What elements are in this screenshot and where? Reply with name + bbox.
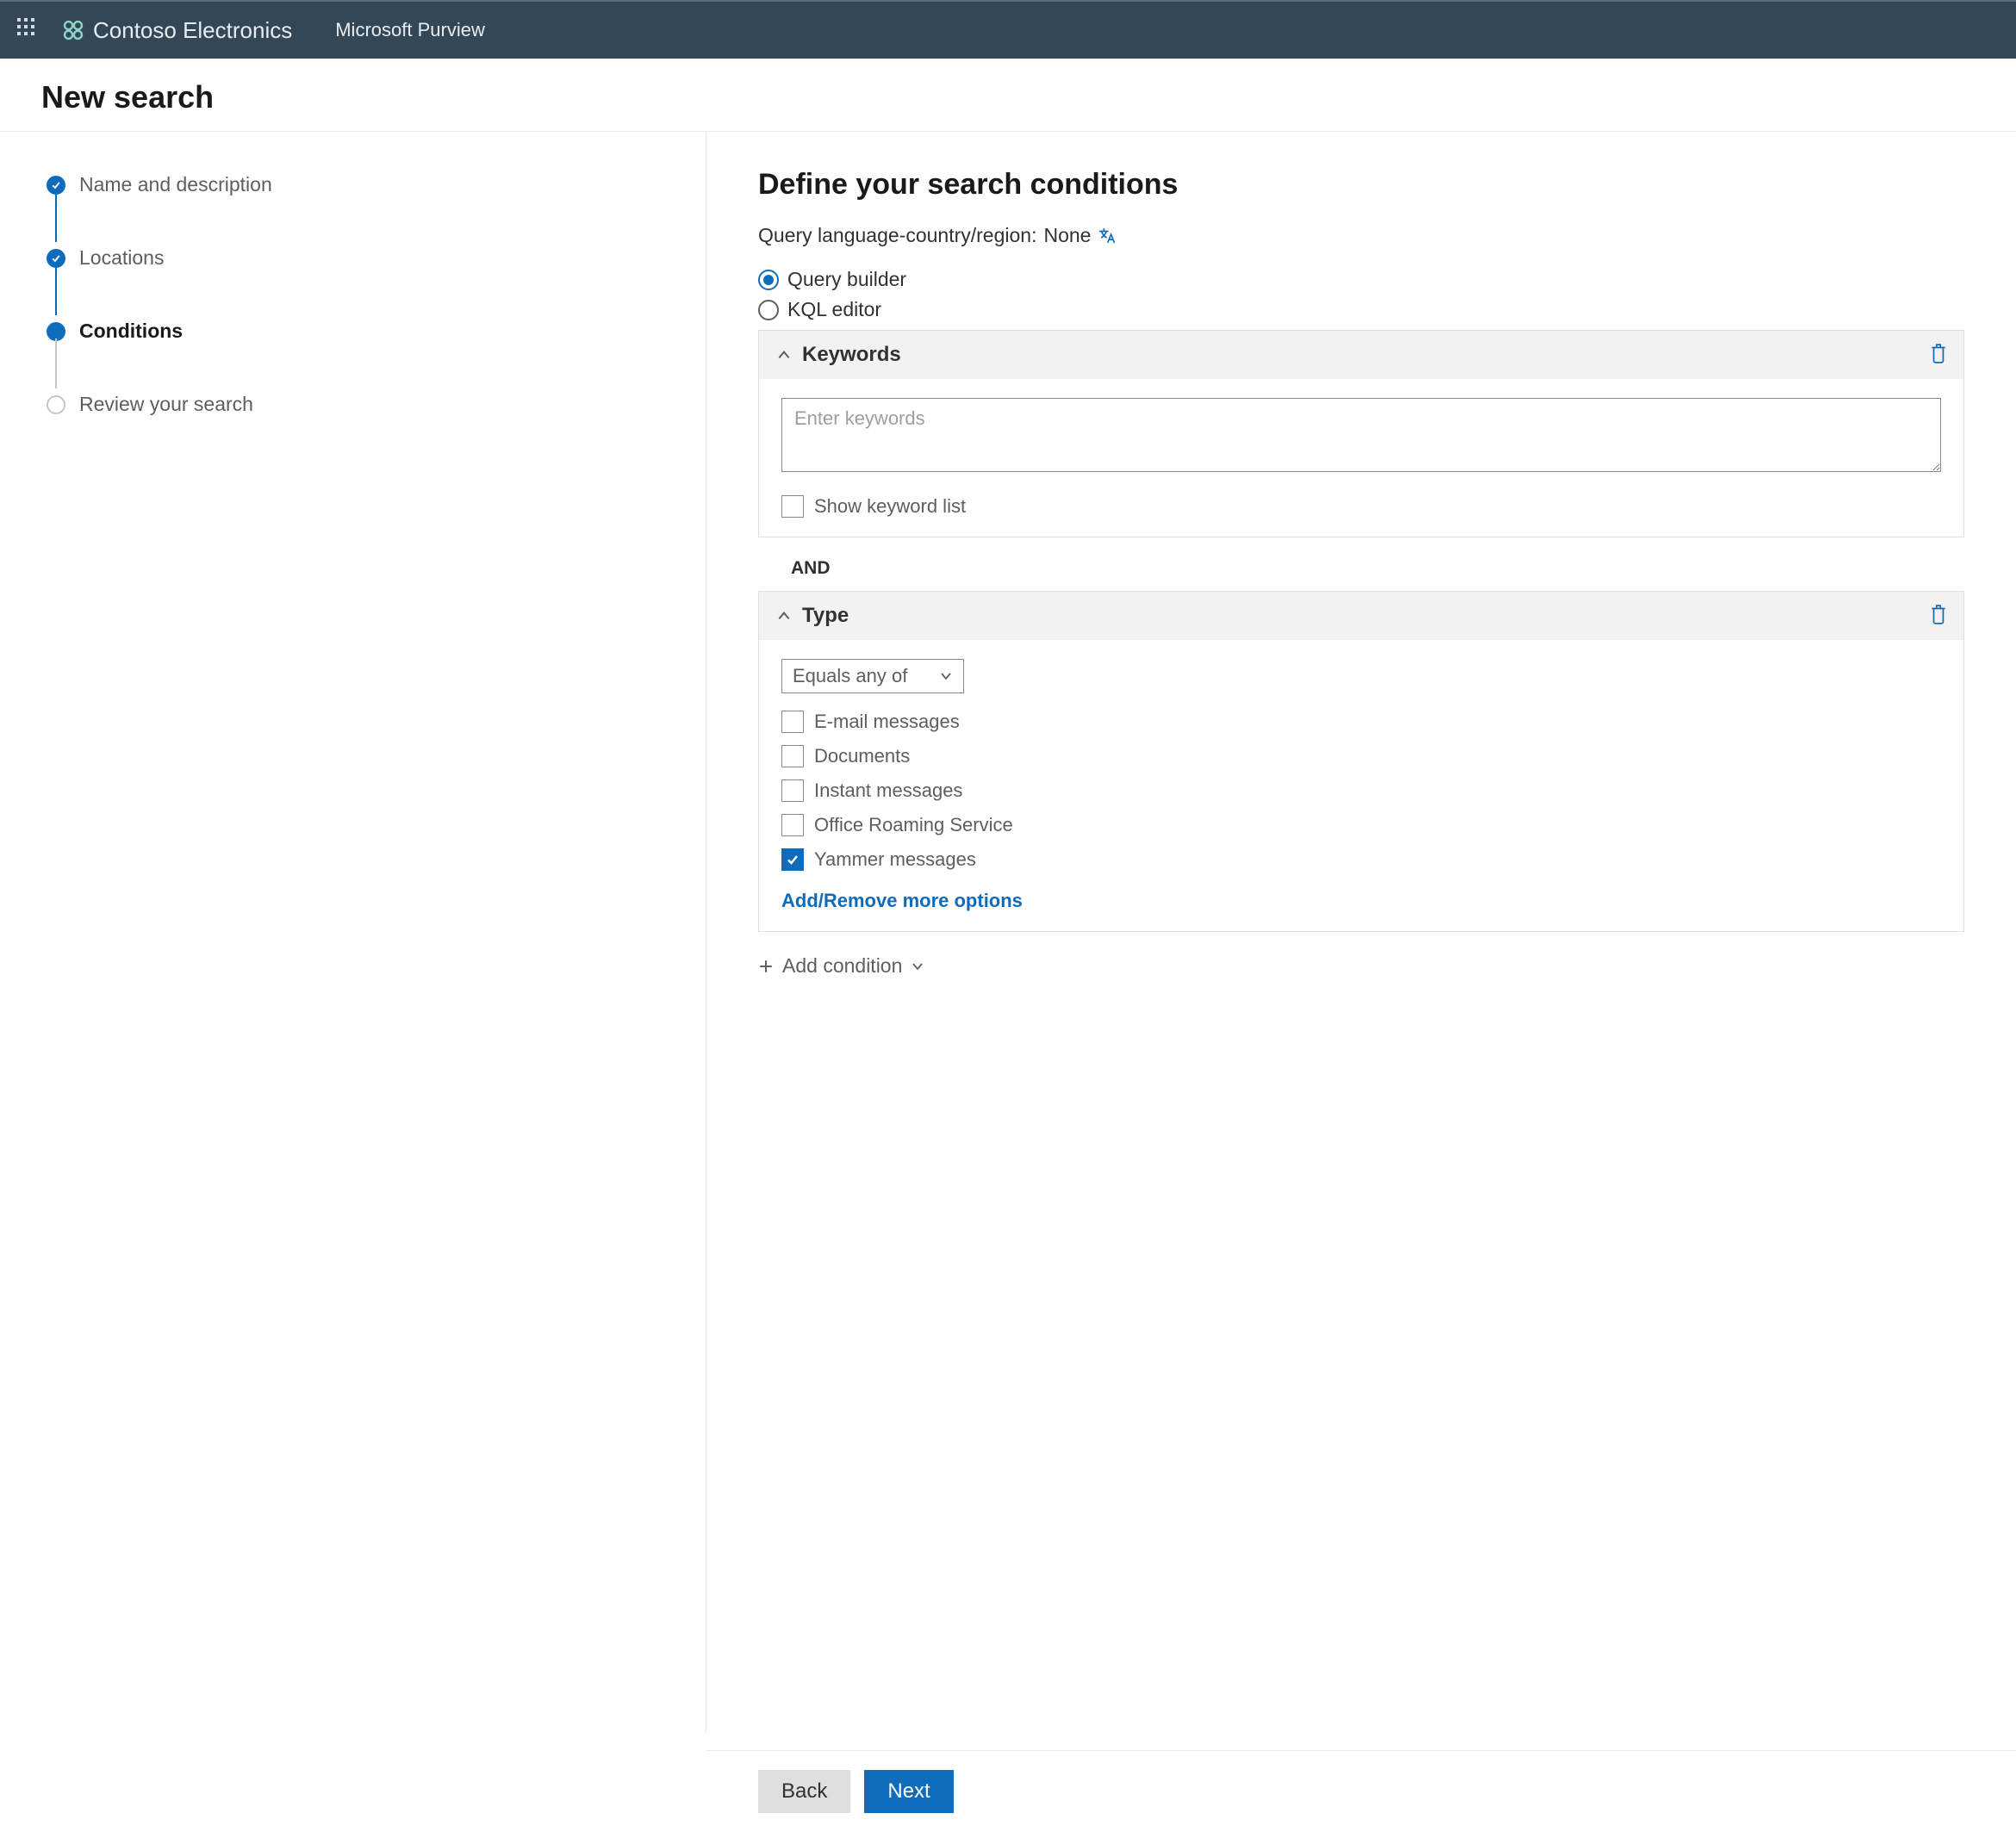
radio-icon <box>758 300 779 320</box>
back-button[interactable]: Back <box>758 1770 850 1813</box>
radio-kql-editor[interactable]: KQL editor <box>758 298 1964 321</box>
keywords-input[interactable] <box>781 398 1941 472</box>
checkbox-label: Documents <box>814 745 910 767</box>
and-operator: AND <box>758 546 1964 591</box>
wizard-footer: Back Next <box>706 1750 2016 1832</box>
type-card: Type Equals any of E-mail messages <box>758 591 1964 932</box>
step-label: Locations <box>79 246 164 270</box>
org-name: Contoso Electronics <box>93 17 292 44</box>
chevron-up-icon <box>776 608 792 624</box>
query-mode-radio-group: Query builder KQL editor <box>758 268 1964 321</box>
radio-label: KQL editor <box>787 298 881 321</box>
chevron-up-icon <box>776 347 792 363</box>
card-title: Type <box>802 604 849 628</box>
show-keyword-list-checkbox[interactable]: Show keyword list <box>781 495 1941 518</box>
step-name-description[interactable]: Name and description <box>47 173 706 246</box>
type-option-yammer[interactable]: Yammer messages <box>781 848 1941 871</box>
radio-query-builder[interactable]: Query builder <box>758 268 1964 291</box>
type-option-documents[interactable]: Documents <box>781 745 1941 767</box>
select-value: Equals any of <box>793 665 907 687</box>
delete-icon[interactable] <box>1929 604 1948 624</box>
section-heading: Define your search conditions <box>758 168 1964 202</box>
add-remove-options-link[interactable]: Add/Remove more options <box>781 890 1023 912</box>
checkbox-icon <box>781 779 804 802</box>
radio-icon <box>758 270 779 290</box>
checkbox-label: E-mail messages <box>814 711 960 733</box>
page-title: New search <box>41 79 1975 115</box>
checkbox-icon <box>781 495 804 518</box>
checkbox-icon <box>781 745 804 767</box>
product-name[interactable]: Microsoft Purview <box>335 19 485 41</box>
step-review[interactable]: Review your search <box>47 393 706 416</box>
page-header: New search <box>0 59 2016 132</box>
next-button[interactable]: Next <box>864 1770 953 1813</box>
radio-label: Query builder <box>787 268 906 291</box>
step-label: Conditions <box>79 320 183 343</box>
add-condition-label: Add condition <box>782 954 902 978</box>
checkbox-icon <box>781 848 804 871</box>
org-brand[interactable]: Contoso Electronics <box>62 17 292 44</box>
checkbox-label: Show keyword list <box>814 495 966 518</box>
main-content: Define your search conditions Query lang… <box>706 132 2016 1734</box>
step-locations[interactable]: Locations <box>47 246 706 320</box>
chevron-down-icon <box>939 669 953 683</box>
card-title: Keywords <box>802 343 901 367</box>
keywords-card-header[interactable]: Keywords <box>759 331 1963 379</box>
type-option-office-roaming[interactable]: Office Roaming Service <box>781 814 1941 836</box>
add-condition-button[interactable]: Add condition <box>758 954 1964 978</box>
keywords-card: Keywords Show keyword list <box>758 330 1964 537</box>
app-launcher-icon[interactable] <box>17 18 41 42</box>
delete-icon[interactable] <box>1929 343 1948 363</box>
checkbox-icon <box>781 814 804 836</box>
chevron-down-icon <box>911 959 924 973</box>
lang-label: Query language-country/region: <box>758 224 1036 247</box>
top-bar: Contoso Electronics Microsoft Purview <box>0 0 2016 59</box>
type-card-header[interactable]: Type <box>759 592 1963 640</box>
checkbox-label: Office Roaming Service <box>814 814 1013 836</box>
type-options-list: E-mail messages Documents Instant messag… <box>781 711 1941 871</box>
lang-value: None <box>1043 224 1091 247</box>
step-label: Name and description <box>79 173 272 196</box>
type-option-email[interactable]: E-mail messages <box>781 711 1941 733</box>
checkbox-label: Yammer messages <box>814 848 976 871</box>
plus-icon <box>758 959 774 974</box>
translate-icon[interactable] <box>1098 227 1117 245</box>
type-option-instant-messages[interactable]: Instant messages <box>781 779 1941 802</box>
query-language-row: Query language-country/region: None <box>758 224 1964 247</box>
checkbox-label: Instant messages <box>814 779 962 802</box>
step-conditions[interactable]: Conditions <box>47 320 706 393</box>
checkbox-icon <box>781 711 804 733</box>
brand-logo-icon <box>62 19 84 41</box>
step-label: Review your search <box>79 393 253 416</box>
type-operator-select[interactable]: Equals any of <box>781 659 964 693</box>
wizard-stepper: Name and description Locations Condition… <box>0 132 706 1734</box>
